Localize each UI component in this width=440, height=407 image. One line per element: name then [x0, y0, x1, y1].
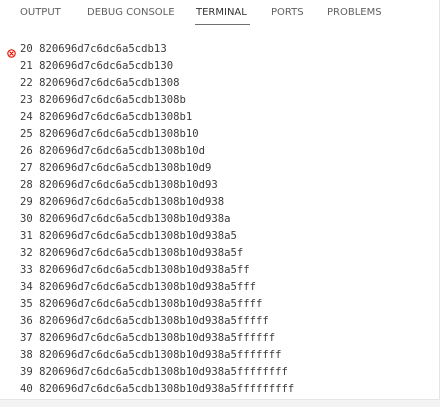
terminal-line: 30 820696d7c6dc6a5cdb1308b10d938a [20, 213, 231, 225]
terminal-line: 38 820696d7c6dc6a5cdb1308b10d938a5ffffff… [20, 349, 282, 361]
tab-terminal[interactable]: TERMINAL [196, 7, 247, 18]
terminal-line: 34 820696d7c6dc6a5cdb1308b10d938a5fff [20, 281, 256, 293]
tab-ports[interactable]: PORTS [271, 7, 304, 18]
terminal-line: 32 820696d7c6dc6a5cdb1308b10d938a5f [20, 247, 244, 259]
terminal-line: 29 820696d7c6dc6a5cdb1308b10d938 [20, 196, 225, 208]
tab-debug-console[interactable]: DEBUG CONSOLE [87, 7, 175, 18]
tab-problems[interactable]: PROBLEMS [327, 7, 382, 18]
terminal-line: 40 820696d7c6dc6a5cdb1308b10d938a5ffffff… [20, 383, 295, 395]
terminal-line: 24 820696d7c6dc6a5cdb1308b1 [20, 111, 193, 123]
terminal-line: 21 820696d7c6dc6a5cdb130 [20, 60, 174, 72]
panel-tab-bar: OUTPUT DEBUG CONSOLE TERMINAL PORTS PROB… [0, 0, 439, 29]
active-tab-indicator [195, 24, 250, 25]
terminal-line: 23 820696d7c6dc6a5cdb1308b [20, 94, 186, 106]
terminal-line: 39 820696d7c6dc6a5cdb1308b10d938a5ffffff… [20, 366, 288, 378]
terminal-output[interactable]: 20 820696d7c6dc6a5cdb13 21 820696d7c6dc6a… [0, 29, 439, 399]
terminal-line: 35 820696d7c6dc6a5cdb1308b10d938a5ffff [20, 298, 263, 310]
terminal-line: 22 820696d7c6dc6a5cdb1308 [20, 77, 180, 89]
panel: OUTPUT DEBUG CONSOLE TERMINAL PORTS PROB… [0, 0, 440, 407]
terminal-line: 28 820696d7c6dc6a5cdb1308b10d93 [20, 179, 218, 191]
terminal-line: 37 820696d7c6dc6a5cdb1308b10d938a5ffffff [20, 332, 276, 344]
terminal-line: 26 820696d7c6dc6a5cdb1308b10d [20, 145, 205, 157]
tab-output[interactable]: OUTPUT [20, 7, 61, 18]
error-circle-icon[interactable] [7, 45, 16, 58]
horizontal-scrollbar-track[interactable] [0, 399, 440, 407]
terminal-line: 36 820696d7c6dc6a5cdb1308b10d938a5fffff [20, 315, 269, 327]
terminal-line: 20 820696d7c6dc6a5cdb13 [20, 43, 167, 55]
terminal-line: 31 820696d7c6dc6a5cdb1308b10d938a5 [20, 230, 237, 242]
terminal-line: 33 820696d7c6dc6a5cdb1308b10d938a5ff [20, 264, 250, 276]
terminal-line: 25 820696d7c6dc6a5cdb1308b10 [20, 128, 199, 140]
terminal-line: 27 820696d7c6dc6a5cdb1308b10d9 [20, 162, 212, 174]
